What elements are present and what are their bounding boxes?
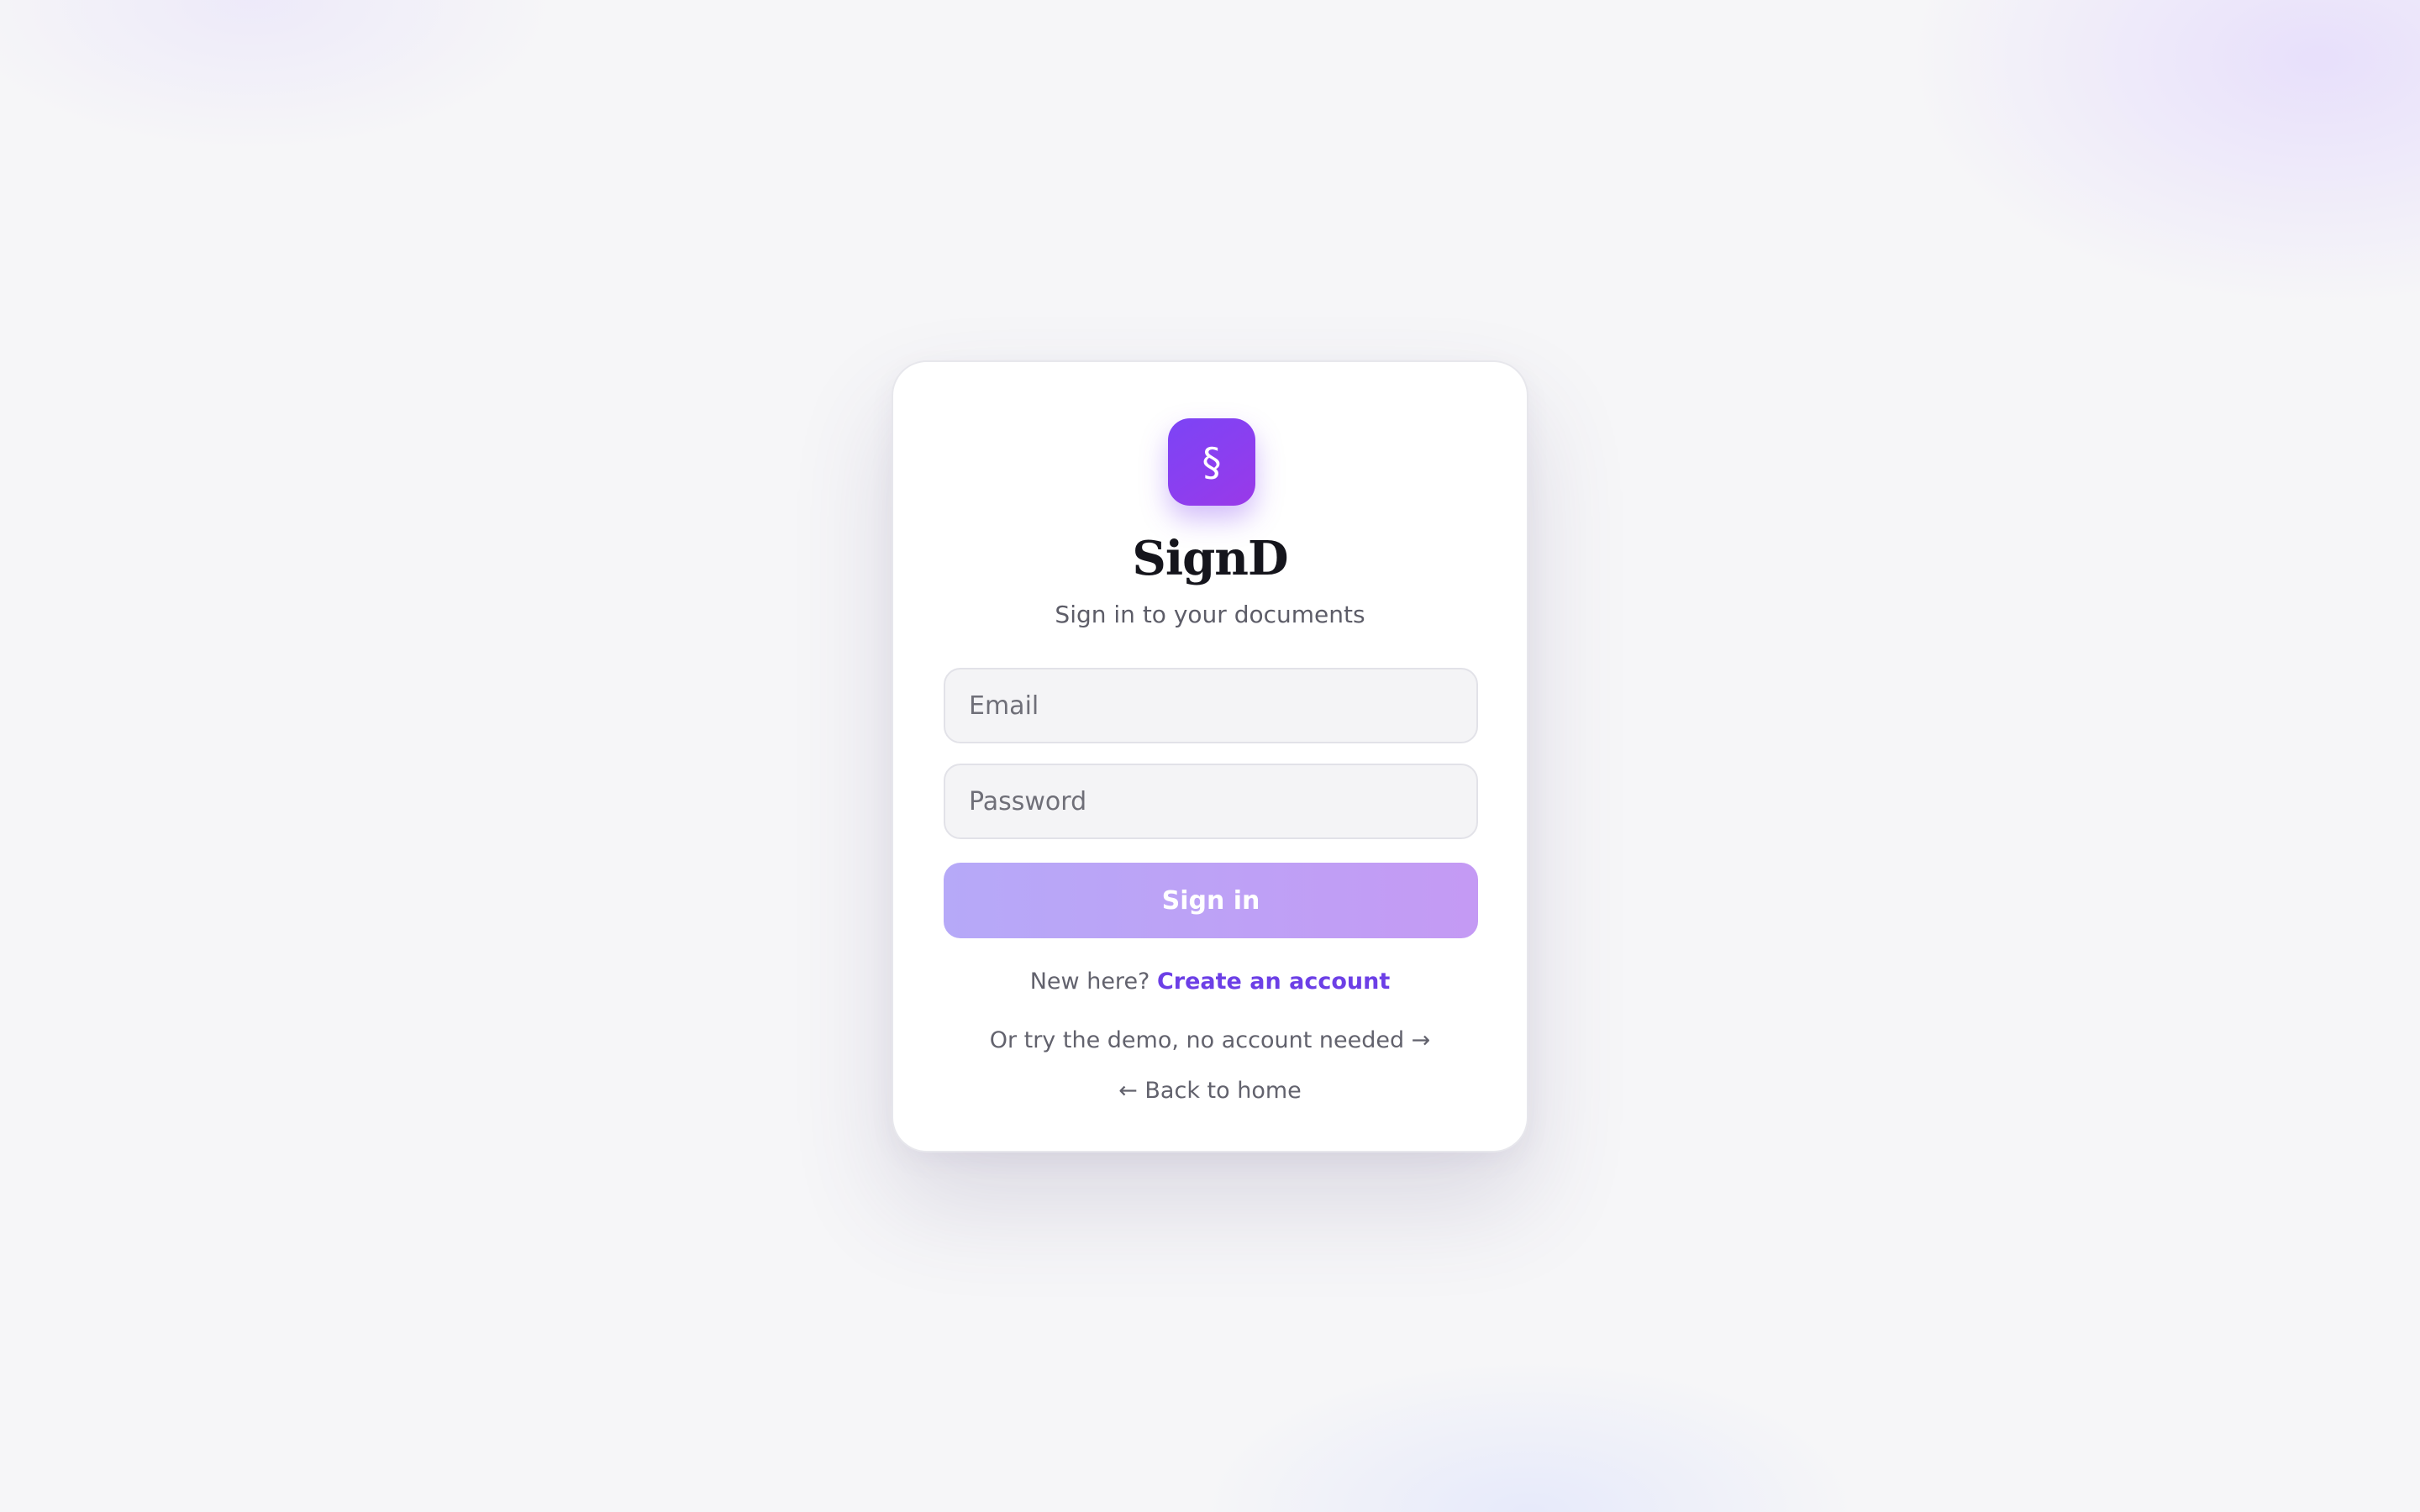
try-demo-link[interactable]: Or try the demo, no account needed → <box>893 1026 1527 1056</box>
sign-in-button[interactable]: Sign in <box>944 863 1478 938</box>
section-sign-icon: § <box>1202 439 1222 485</box>
login-card: § SignD Sign in to your documents Sign i… <box>892 360 1528 1152</box>
email-input[interactable] <box>944 668 1478 743</box>
app-title: SignD <box>1132 531 1288 586</box>
app-logo: § <box>1168 418 1255 506</box>
new-here-text: New here? <box>1029 969 1150 995</box>
create-account-link[interactable]: Create an account <box>1157 969 1390 995</box>
back-to-home-link[interactable]: ← Back to home <box>893 1076 1527 1106</box>
signup-prompt: New here? Create an account <box>893 967 1527 997</box>
page-subtitle: Sign in to your documents <box>1055 601 1365 628</box>
password-input[interactable] <box>944 764 1478 839</box>
